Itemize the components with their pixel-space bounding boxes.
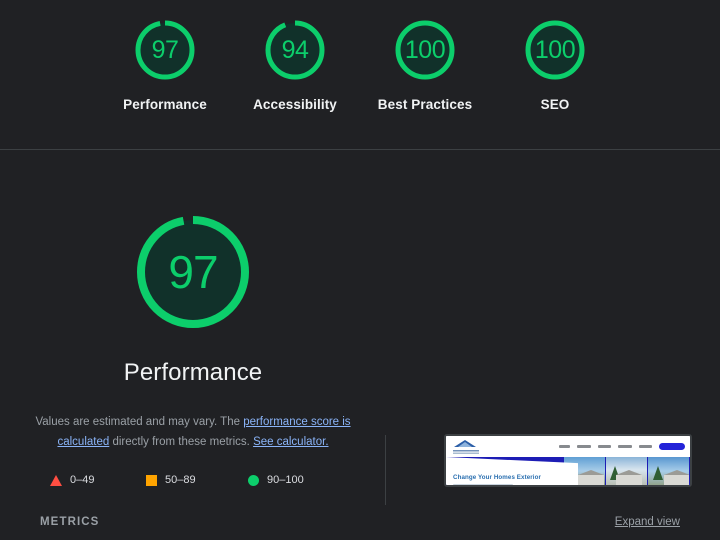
thumbnail-nav-item <box>559 445 570 448</box>
gauge-score-accessibility: 94 <box>281 35 309 64</box>
legend-item-average: 50–89 <box>142 474 244 486</box>
gauge-score-seo: 100 <box>534 35 576 64</box>
gauge-ring-best-practices: 100 <box>391 16 459 84</box>
expand-view-button[interactable]: Expand view <box>615 516 680 528</box>
thumbnail-hero-photo <box>648 457 690 485</box>
thumbnail-nav-item <box>639 445 652 448</box>
description-middle-text: directly from these metrics. <box>109 435 254 448</box>
legend-range-fail: 0–49 <box>70 474 95 486</box>
thumbnail-nav-cta-button <box>659 443 685 450</box>
performance-description: Values are estimated and may vary. The p… <box>28 413 358 452</box>
legend-range-pass: 90–100 <box>267 474 304 486</box>
gauge-ring-performance: 97 <box>131 16 199 84</box>
thumbnail-hero-subtext <box>453 484 513 485</box>
thumbnail-site-hero: Change Your Homes Exterior <box>446 457 690 485</box>
thumbnail-site-nav <box>559 443 685 450</box>
thumbnail-site-header <box>446 436 690 457</box>
circle-pass-icon <box>248 474 259 486</box>
metrics-section-header: METRICS Expand view <box>0 504 720 540</box>
legend-range-average: 50–89 <box>165 474 196 486</box>
triangle-fail-icon <box>50 474 62 486</box>
metrics-title: METRICS <box>40 516 100 528</box>
summary-gauge-best-practices[interactable]: 100 Best Practices <box>377 16 473 114</box>
legend-item-pass: 90–100 <box>244 474 346 486</box>
gauge-label-accessibility: Accessibility <box>253 97 337 112</box>
category-summary-strip: 97 Performance 94 Accessibility 100 Best… <box>0 0 720 150</box>
vertical-divider <box>385 435 386 505</box>
legend-item-fail: 0–49 <box>40 474 142 486</box>
gauge-label-best-practices: Best Practices <box>377 97 473 112</box>
performance-gauge-large: 97 <box>129 208 257 336</box>
thumbnail-hero-photos <box>564 457 690 485</box>
gauge-ring-accessibility: 94 <box>261 16 329 84</box>
summary-gauge-seo[interactable]: 100 SEO <box>507 16 603 114</box>
performance-category-section: 97 Performance Values are estimated and … <box>0 150 720 505</box>
gauge-ring-seo: 100 <box>521 16 589 84</box>
thumbnail-nav-item <box>577 445 591 448</box>
gauge-score-performance: 97 <box>151 35 179 64</box>
performance-score-value: 97 <box>168 246 218 298</box>
thumbnail-nav-item <box>618 445 632 448</box>
thumbnail-site-logo-icon <box>451 439 481 454</box>
square-average-icon <box>146 474 157 486</box>
gauge-score-best-practices: 100 <box>404 35 446 64</box>
gauge-label-seo: SEO <box>540 97 570 112</box>
description-lead-text: Values are estimated and may vary. The <box>35 416 244 428</box>
summary-gauge-accessibility[interactable]: 94 Accessibility <box>247 16 343 114</box>
performance-score-block: 97 Performance Values are estimated and … <box>0 208 386 486</box>
thumbnail-page-render: Change Your Homes Exterior <box>446 436 690 485</box>
thumbnail-nav-item <box>598 445 611 448</box>
thumbnail-hero-photo <box>606 457 648 485</box>
final-screenshot-thumbnail[interactable]: Change Your Homes Exterior <box>444 434 692 487</box>
gauge-label-performance: Performance <box>123 97 207 112</box>
thumbnail-hero-heading: Change Your Homes Exterior <box>453 474 541 481</box>
see-calculator-link[interactable]: See calculator. <box>253 436 328 448</box>
score-scale-legend: 0–49 50–89 90–100 <box>40 474 346 486</box>
summary-gauge-performance[interactable]: 97 Performance <box>117 16 213 114</box>
performance-title: Performance <box>123 359 263 386</box>
